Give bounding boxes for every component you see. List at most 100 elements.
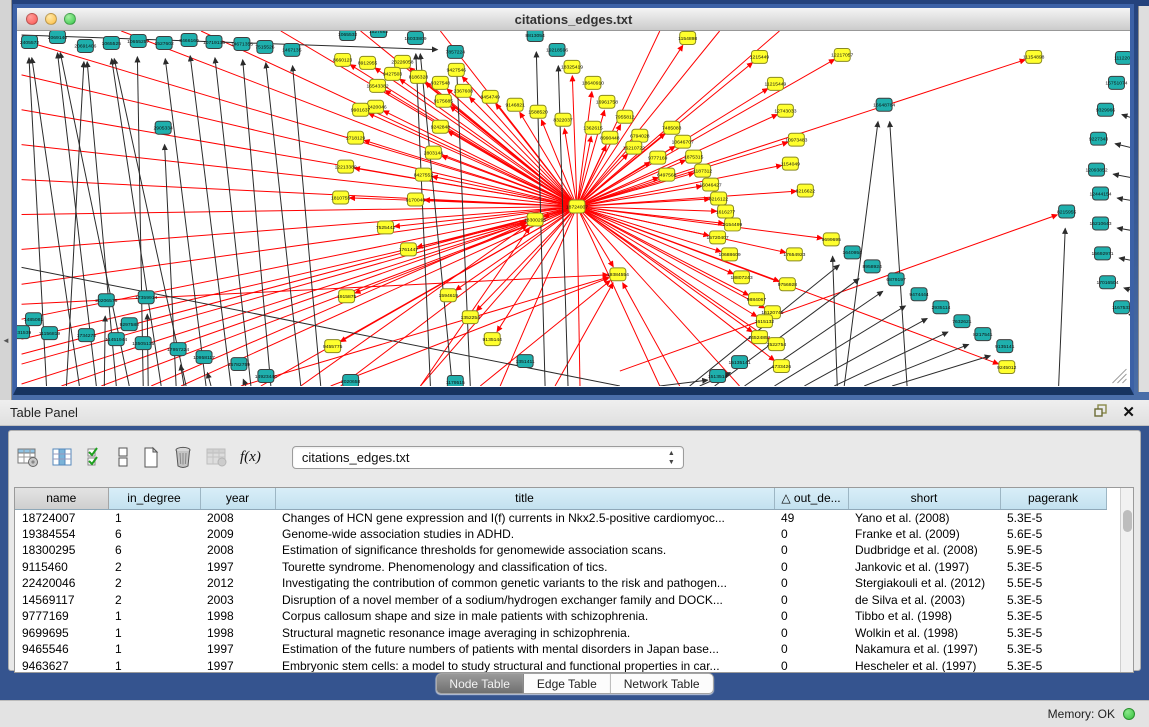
- graph-node[interactable]: 1594619: [439, 289, 459, 302]
- table-cell[interactable]: Estimation of significance thresholds fo…: [275, 542, 774, 559]
- graph-node[interactable]: 9175685: [434, 94, 454, 107]
- graph-node[interactable]: 17359914: [135, 291, 157, 304]
- show-column-icon[interactable]: [52, 447, 73, 468]
- table-cell[interactable]: Jankovic et al. (1997): [848, 559, 1000, 576]
- graph-node[interactable]: 12444154: [1089, 187, 1111, 200]
- table-cell[interactable]: 19384554: [15, 526, 108, 543]
- table-cell[interactable]: 2012: [200, 575, 275, 592]
- graph-edge[interactable]: [774, 306, 905, 386]
- table-cell[interactable]: Corpus callosum shape and size in male p…: [275, 608, 774, 625]
- graph-edge[interactable]: [190, 56, 231, 386]
- graph-node[interactable]: 16046427: [700, 178, 722, 191]
- graph-edge[interactable]: [572, 76, 577, 207]
- graph-edge[interactable]: [1124, 288, 1130, 290]
- graph-node[interactable]: 1467135: [282, 43, 302, 56]
- table-cell[interactable]: Genome-wide association studies in ADHD.: [275, 526, 774, 543]
- graph-node[interactable]: 8217541: [973, 328, 993, 341]
- graph-node[interactable]: 1640954: [843, 246, 863, 259]
- graph-node[interactable]: 1615132: [755, 315, 775, 328]
- table-cell[interactable]: 2: [108, 559, 200, 576]
- graph-node[interactable]: 18325419: [561, 60, 583, 73]
- table-cell[interactable]: Hescheler et al. (1997): [848, 658, 1000, 674]
- graph-edge[interactable]: [1122, 115, 1130, 118]
- graph-node[interactable]: 8660123: [333, 53, 353, 66]
- graph-node[interactable]: 10688609: [719, 248, 741, 261]
- table-cell[interactable]: 5.9E-5: [1000, 542, 1106, 559]
- graph-node[interactable]: 10655257: [127, 34, 149, 47]
- table-cell[interactable]: 2008: [200, 509, 275, 526]
- network-canvas[interactable]: 2405572206914020691406106552510655257152…: [17, 31, 1130, 386]
- table-cell[interactable]: 49: [774, 509, 848, 526]
- graph-node[interactable]: 1167533: [1112, 301, 1130, 314]
- graph-node[interactable]: 2522754: [767, 338, 787, 351]
- table-cell[interactable]: 6: [108, 542, 200, 559]
- graph-edge[interactable]: [1059, 228, 1066, 386]
- table-cell[interactable]: Changes of HCN gene expression and I(f) …: [275, 509, 774, 526]
- graph-edge[interactable]: [864, 344, 968, 386]
- table-cell[interactable]: 0: [774, 625, 848, 642]
- graph-node[interactable]: 2020658: [341, 375, 361, 386]
- table-row[interactable]: 1872400712008Changes of HCN gene express…: [15, 509, 1106, 526]
- graph-edge[interactable]: [577, 191, 796, 206]
- column-header-in_degree[interactable]: in_degree: [108, 488, 200, 509]
- graph-node[interactable]: 15692971: [1091, 247, 1113, 260]
- table-cell[interactable]: 1998: [200, 608, 275, 625]
- table-cell[interactable]: 5.3E-5: [1000, 608, 1106, 625]
- table-row[interactable]: 2242004622012Investigating the contribut…: [15, 575, 1106, 592]
- graph-node[interactable]: 1215449: [750, 50, 770, 63]
- scrollbar-thumb[interactable]: [1123, 510, 1132, 532]
- table-cell[interactable]: Stergiakouli et al. (2012): [848, 575, 1000, 592]
- graph-node-hub[interactable]: 18724007: [566, 200, 588, 213]
- table-cell[interactable]: 0: [774, 526, 848, 543]
- network-view-frame[interactable]: citations_edges.txt 24055722069140206914…: [13, 4, 1134, 395]
- graph-edge[interactable]: [623, 283, 680, 386]
- graph-node[interactable]: 6879197: [886, 273, 906, 286]
- graph-node[interactable]: 12213389: [335, 160, 357, 173]
- table-cell[interactable]: 18300295: [15, 542, 108, 559]
- graph-edge[interactable]: [385, 90, 577, 206]
- column-header-out_de[interactable]: △ out_de...: [774, 488, 848, 509]
- float-panel-icon[interactable]: [1094, 404, 1108, 422]
- graph-node[interactable]: 19218596: [546, 43, 568, 56]
- table-cell[interactable]: Dudbridge et al. (2008): [848, 542, 1000, 559]
- graph-edge[interactable]: [416, 54, 431, 386]
- table-cell[interactable]: Disruption of a novel member of a sodium…: [275, 592, 774, 609]
- column-header-short[interactable]: short: [848, 488, 1000, 509]
- graph-node[interactable]: 1761447: [399, 243, 419, 256]
- table-cell[interactable]: 0: [774, 559, 848, 576]
- graph-node[interactable]: 1734275: [77, 329, 97, 342]
- graph-node[interactable]: 17957224: [167, 343, 189, 356]
- row-height-icon[interactable]: [117, 446, 129, 468]
- graph-edge[interactable]: [555, 283, 613, 386]
- graph-node[interactable]: 9297588: [120, 318, 140, 331]
- citation-network-graph[interactable]: 2405572206914020691406106552510655257152…: [17, 31, 1130, 386]
- table-cell[interactable]: de Silva et al. (2003): [848, 592, 1000, 609]
- table-row[interactable]: 1456911722003Disruption of a novel membe…: [15, 592, 1106, 609]
- graph-node[interactable]: 9227343: [1089, 132, 1109, 145]
- graph-node[interactable]: 7515526: [255, 40, 275, 53]
- graph-edge[interactable]: [833, 256, 838, 386]
- graph-node[interactable]: 8912955: [358, 56, 378, 69]
- column-header-pagerank[interactable]: pagerank: [1000, 488, 1106, 509]
- graph-edge[interactable]: [266, 63, 301, 386]
- graph-edge[interactable]: [462, 77, 577, 207]
- table-cell[interactable]: 6: [108, 526, 200, 543]
- graph-node[interactable]: 9427546: [447, 63, 467, 76]
- graph-node[interactable]: 7485083: [662, 121, 682, 134]
- graph-edge[interactable]: [165, 59, 206, 386]
- graph-node[interactable]: 6497568: [657, 168, 677, 181]
- graph-node[interactable]: 1485081: [24, 313, 44, 326]
- graph-node[interactable]: 7525442: [376, 221, 396, 234]
- graph-edge[interactable]: [890, 122, 907, 386]
- network-frame-titlebar[interactable]: citations_edges.txt: [17, 8, 1130, 31]
- table-cell[interactable]: 2003: [200, 592, 275, 609]
- graph-edge[interactable]: [61, 223, 525, 386]
- graph-node[interactable]: 8958924: [862, 260, 882, 273]
- graph-edge[interactable]: [201, 31, 577, 207]
- graph-node[interactable]: 18640910: [582, 76, 604, 89]
- table-cell[interactable]: Wolkin et al. (1998): [848, 625, 1000, 642]
- graph-node[interactable]: 1915875: [337, 290, 357, 303]
- table-cell[interactable]: 0: [774, 575, 848, 592]
- function-builder-icon[interactable]: f(x): [240, 449, 261, 466]
- graph-node[interactable]: 1362615: [583, 121, 603, 134]
